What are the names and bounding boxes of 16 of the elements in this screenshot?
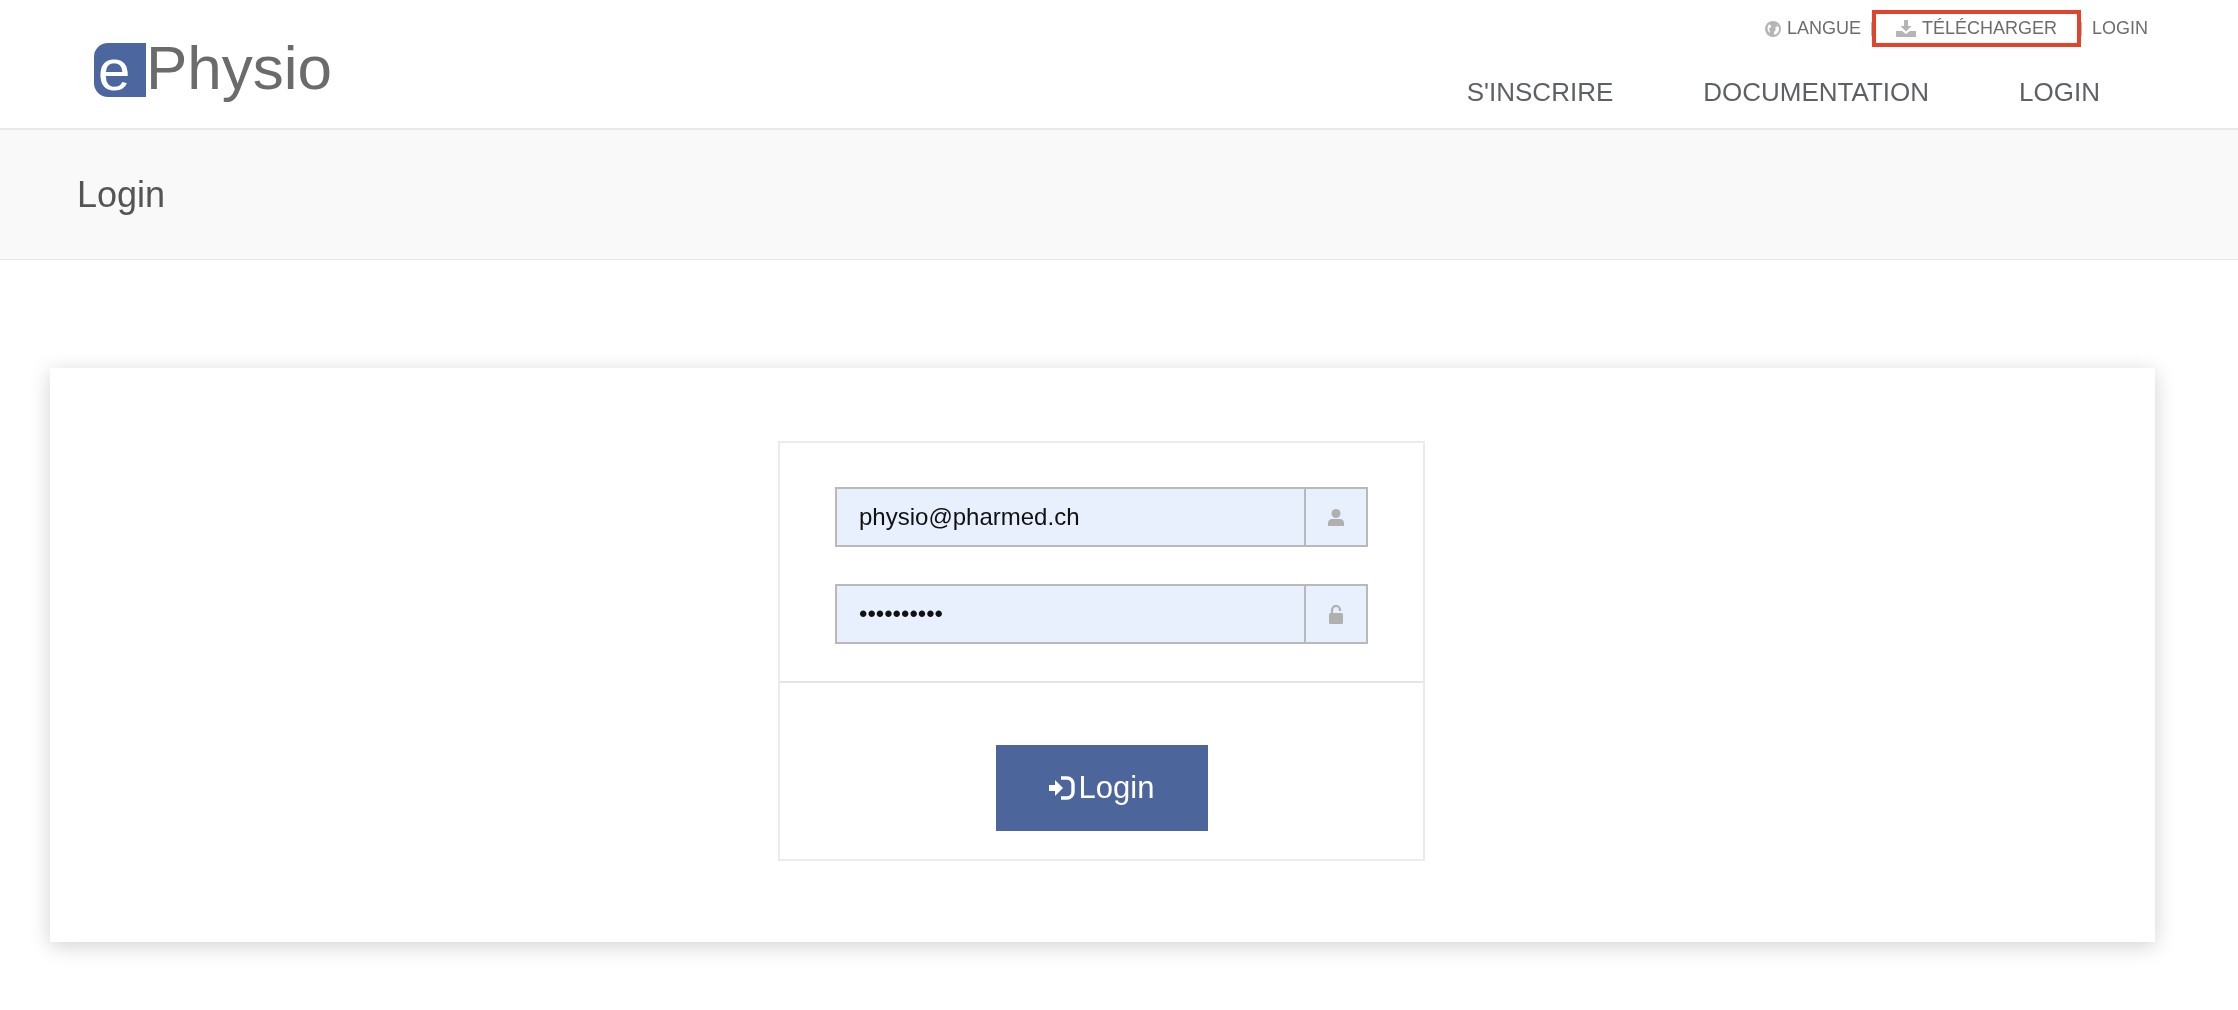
password-field[interactable]: ••••••••••	[835, 584, 1368, 644]
login-icon	[1048, 776, 1075, 800]
download-icon	[1895, 20, 1916, 37]
login-button[interactable]: Login	[995, 745, 1208, 831]
globe-icon	[1764, 20, 1781, 37]
top-link[interactable]: LOGIN	[2082, 10, 2158, 47]
logo-letter: e	[94, 43, 146, 97]
nav-link[interactable]: LOGIN	[2019, 77, 2100, 108]
top-link[interactable]: LANGUE	[1754, 10, 1871, 47]
email-field[interactable]: physio@pharmed.ch	[835, 487, 1368, 547]
user-icon	[1328, 508, 1344, 526]
nav-link[interactable]: DOCUMENTATION	[1703, 77, 1930, 108]
unlock-icon	[1329, 604, 1343, 624]
page-title: Login	[77, 173, 166, 216]
top-link[interactable]: TÉLÉCHARGER	[1871, 10, 2081, 47]
nav-link[interactable]: S'INSCRIRE	[1466, 77, 1614, 108]
